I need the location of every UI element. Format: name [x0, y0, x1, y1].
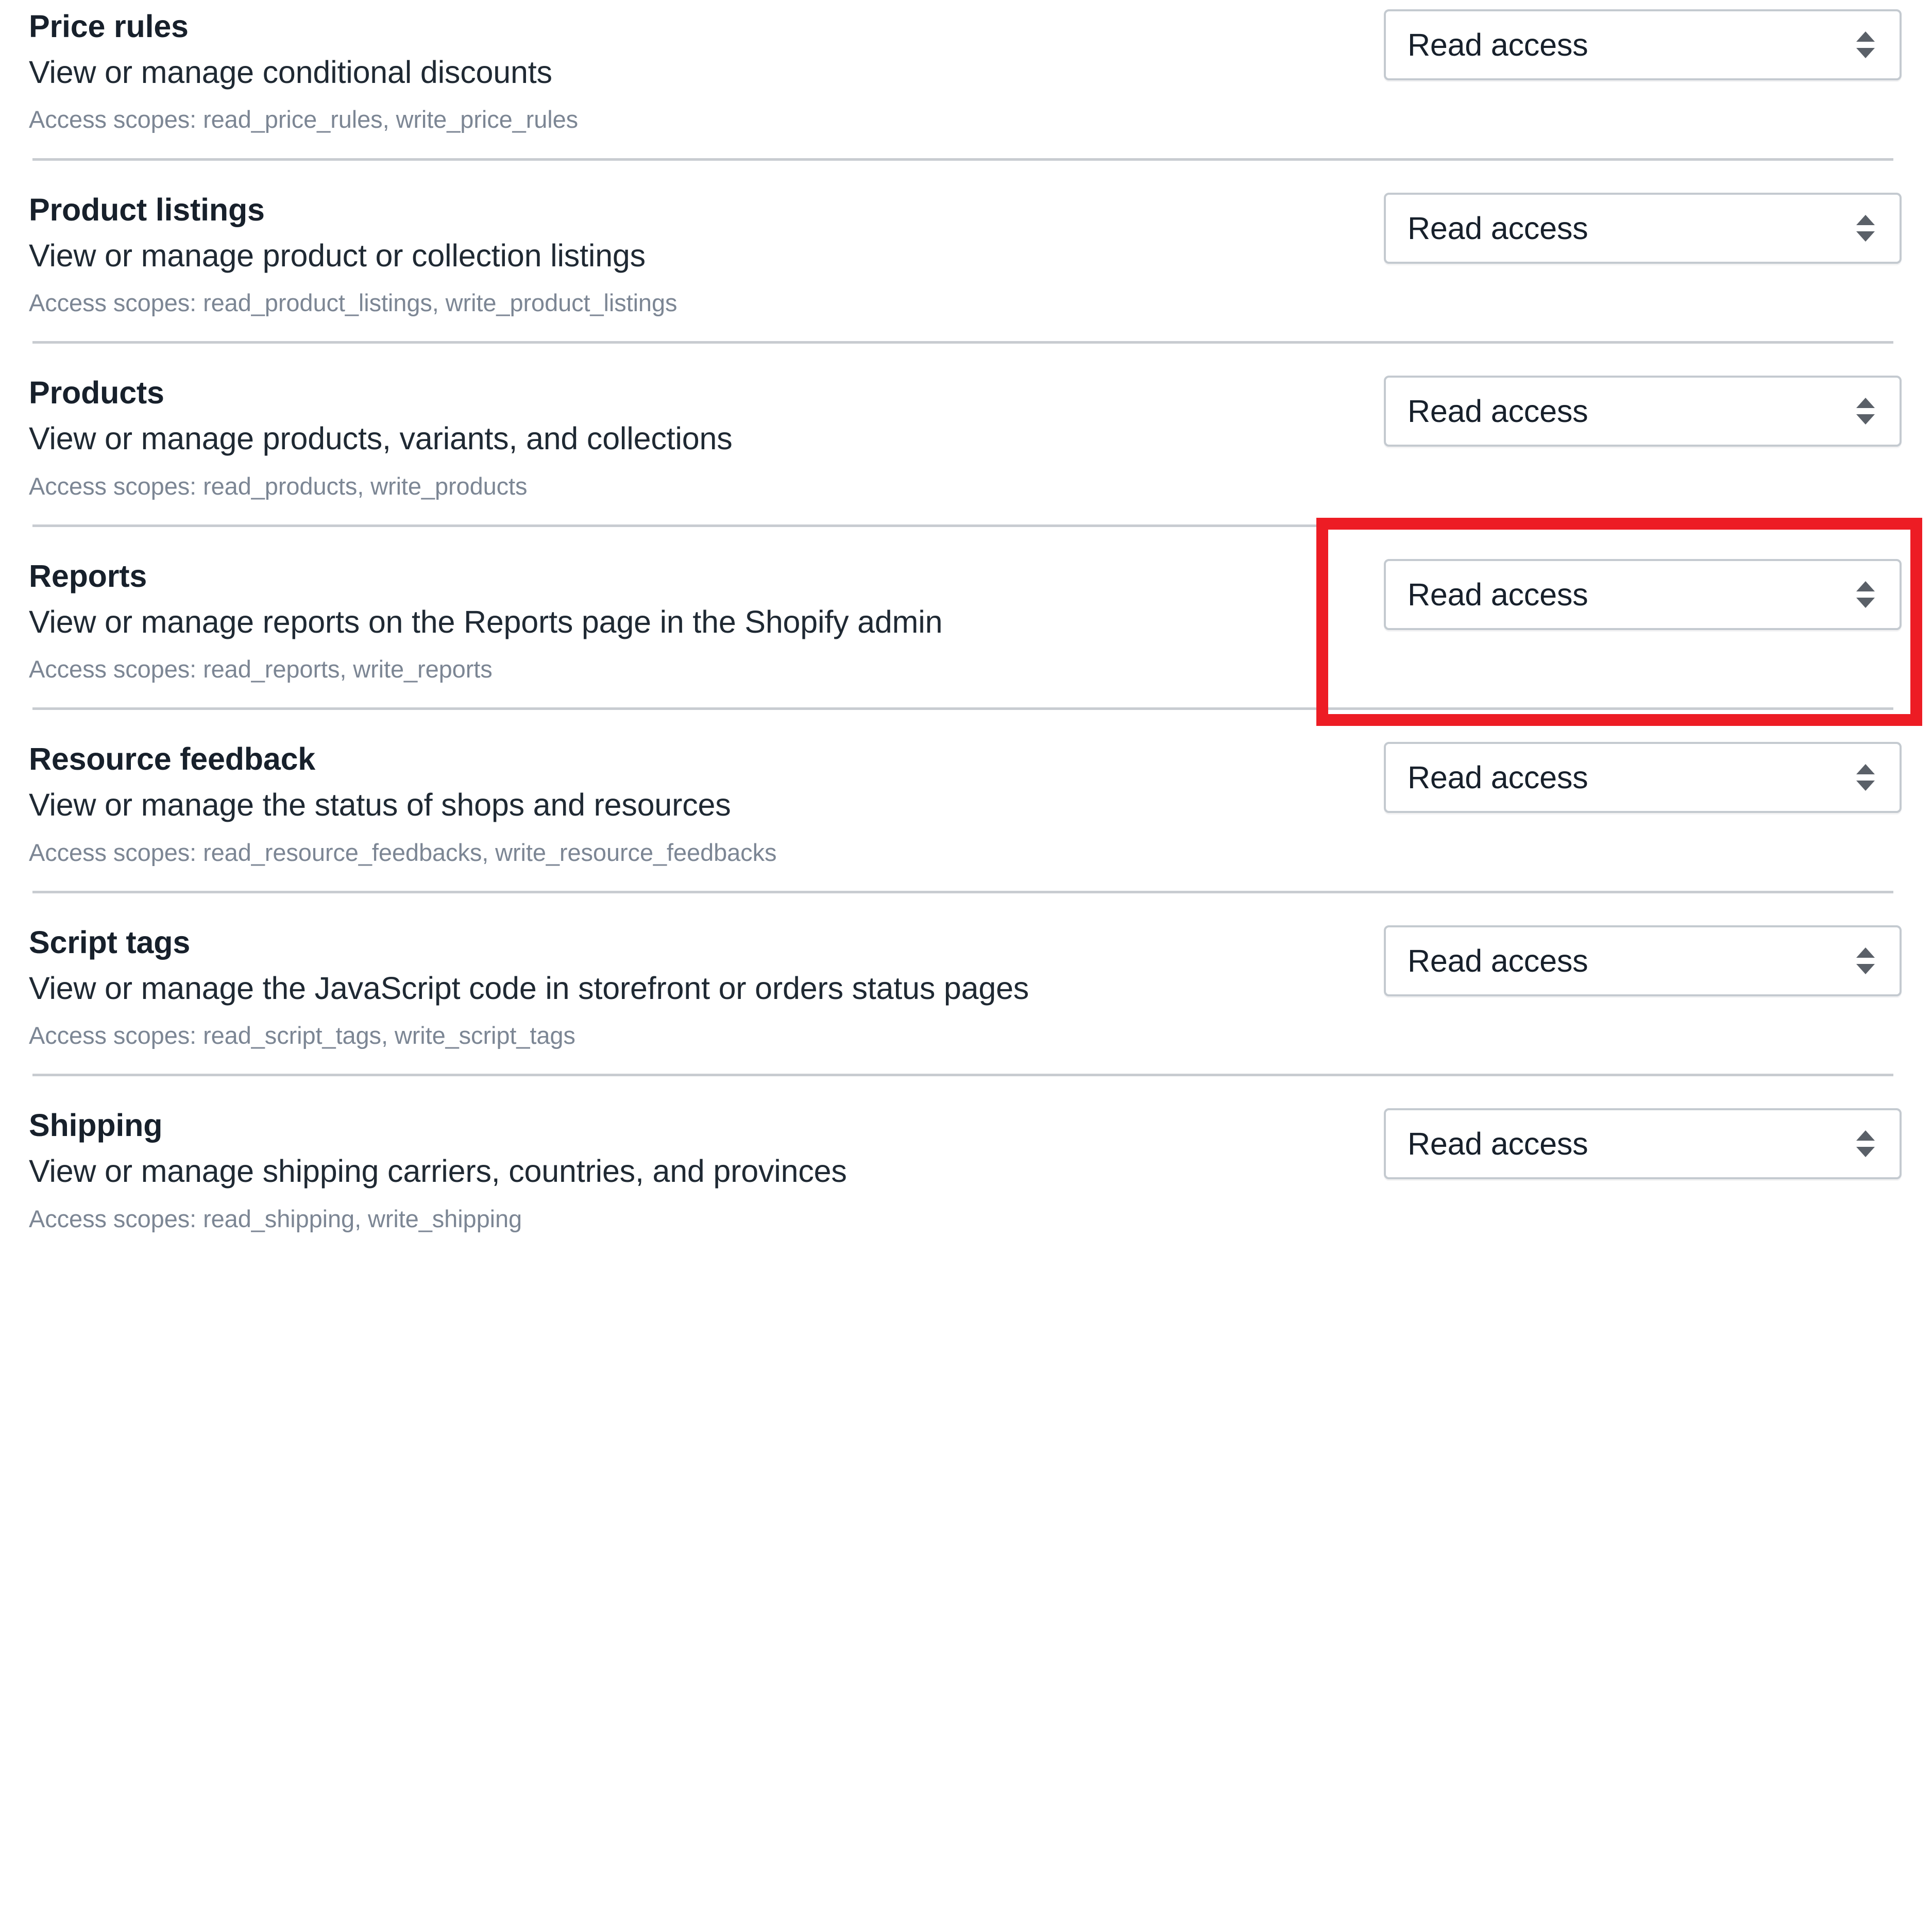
permission-row: Products View or manage products, variant… [0, 344, 1932, 524]
chevron-up-icon[interactable] [1856, 398, 1875, 409]
permission-title: Shipping [29, 1108, 163, 1143]
permission-row: Price rules View or manage conditional di… [0, 0, 1932, 158]
permission-control-cell: Read access [1368, 371, 1902, 447]
chevron-down-icon[interactable] [1856, 1147, 1875, 1158]
permissions-list: Price rules View or manage conditional di… [0, 0, 1932, 1257]
access-level-select[interactable]: Read access [1384, 925, 1902, 996]
access-level-select-value: Read access [1408, 210, 1588, 246]
permission-row: Reports View or manage reports on the Rep… [0, 527, 1932, 708]
chevron-down-icon[interactable] [1856, 597, 1875, 608]
permission-title: Resource feedback [29, 741, 316, 777]
select-stepper-arrows-icon[interactable] [1856, 398, 1875, 425]
chevron-down-icon[interactable] [1856, 48, 1875, 58]
chevron-up-icon[interactable] [1856, 581, 1875, 591]
select-stepper-arrows-icon[interactable] [1856, 764, 1875, 791]
permission-access-scopes: Access scopes: read_reports, write_repor… [29, 655, 493, 683]
permission-row-text: Reports View or manage reports on the Rep… [29, 555, 1368, 685]
access-level-select-value: Read access [1408, 943, 1588, 978]
permission-title: Price rules [29, 9, 189, 44]
permission-description: View or manage conditional discounts [29, 54, 552, 90]
chevron-up-icon[interactable] [1856, 214, 1875, 225]
permission-access-scopes: Access scopes: read_product_listings, wr… [29, 289, 677, 316]
permission-description: View or manage the status of shops and r… [29, 787, 731, 823]
permission-description: View or manage product or collection lis… [29, 238, 646, 273]
permission-row-text: Resource feedback View or manage the stat… [29, 738, 1368, 868]
permission-row: Resource feedback View or manage the stat… [0, 710, 1932, 891]
permission-row-text: Products View or manage products, variant… [29, 371, 1368, 502]
access-level-select[interactable]: Read access [1384, 1108, 1902, 1180]
permission-control-cell: Read access [1368, 921, 1902, 996]
select-stepper-arrows-icon[interactable] [1856, 214, 1875, 242]
permission-title: Script tags [29, 924, 191, 960]
chevron-up-icon[interactable] [1856, 1130, 1875, 1141]
access-level-select[interactable]: Read access [1384, 9, 1902, 80]
access-level-select-value: Read access [1408, 27, 1588, 62]
permission-description: View or manage shipping carriers, countr… [29, 1154, 847, 1189]
permission-description: View or manage reports on the Reports pa… [29, 604, 943, 639]
permission-row: Script tags View or manage the JavaScript… [0, 893, 1932, 1074]
permission-control-cell: Read access [1368, 5, 1902, 80]
access-level-select[interactable]: Read access [1384, 192, 1902, 264]
access-level-select[interactable]: Read access [1384, 376, 1902, 447]
access-level-select[interactable]: Read access [1384, 558, 1902, 630]
select-stepper-arrows-icon[interactable] [1856, 581, 1875, 608]
chevron-up-icon[interactable] [1856, 947, 1875, 958]
permission-control-cell: Read access [1368, 555, 1902, 630]
chevron-up-icon[interactable] [1856, 764, 1875, 775]
select-stepper-arrows-icon[interactable] [1856, 31, 1875, 58]
chevron-down-icon[interactable] [1856, 231, 1875, 242]
permission-control-cell: Read access [1368, 738, 1902, 814]
permission-control-cell: Read access [1368, 1104, 1902, 1180]
access-level-select[interactable]: Read access [1384, 742, 1902, 814]
chevron-down-icon[interactable] [1856, 414, 1875, 425]
permission-row: Product listings View or manage product o… [0, 161, 1932, 342]
permission-title: Products [29, 375, 164, 411]
permission-title: Product listings [29, 192, 265, 227]
access-level-select-value: Read access [1408, 394, 1588, 429]
chevron-down-icon[interactable] [1856, 963, 1875, 974]
select-stepper-arrows-icon[interactable] [1856, 1130, 1875, 1158]
access-level-select-value: Read access [1408, 760, 1588, 795]
permission-control-cell: Read access [1368, 189, 1902, 264]
access-level-select-value: Read access [1408, 577, 1588, 612]
permission-access-scopes: Access scopes: read_price_rules, write_p… [29, 106, 579, 133]
chevron-down-icon[interactable] [1856, 781, 1875, 791]
permission-description: View or manage products, variants, and c… [29, 421, 733, 456]
permissions-page: Price rules View or manage conditional di… [0, 0, 1932, 1932]
permission-access-scopes: Access scopes: read_products, write_prod… [29, 472, 528, 500]
permission-title: Reports [29, 558, 147, 594]
permission-description: View or manage the JavaScript code in st… [29, 970, 1029, 1006]
permission-row-text: Price rules View or manage conditional di… [29, 5, 1368, 135]
permission-row-text: Script tags View or manage the JavaScript… [29, 921, 1368, 1052]
chevron-up-icon[interactable] [1856, 31, 1875, 42]
select-stepper-arrows-icon[interactable] [1856, 947, 1875, 974]
permission-row-text: Shipping View or manage shipping carriers… [29, 1104, 1368, 1234]
permission-access-scopes: Access scopes: read_shipping, write_ship… [29, 1205, 522, 1232]
permission-row-text: Product listings View or manage product o… [29, 189, 1368, 319]
permission-row: Shipping View or manage shipping carriers… [0, 1076, 1932, 1257]
permission-access-scopes: Access scopes: read_script_tags, write_s… [29, 1022, 575, 1049]
access-level-select-value: Read access [1408, 1126, 1588, 1162]
permission-access-scopes: Access scopes: read_resource_feedbacks, … [29, 838, 777, 866]
